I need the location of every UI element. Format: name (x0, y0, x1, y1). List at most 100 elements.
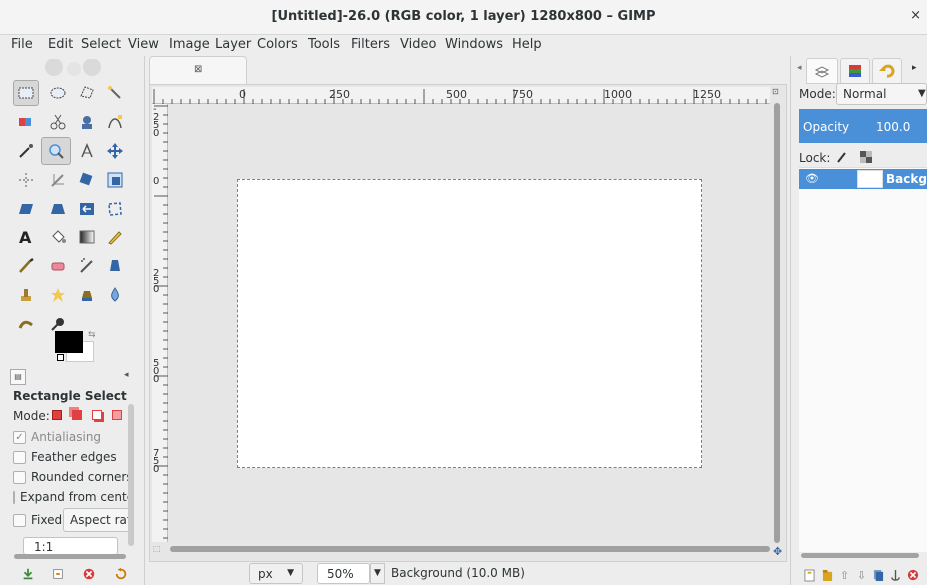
reset-tool-options-icon[interactable] (113, 566, 129, 582)
navigate-icon[interactable]: ✥ (773, 545, 782, 558)
lower-layer-icon[interactable]: ⇩ (855, 568, 868, 582)
layers-list[interactable] (799, 167, 927, 552)
menu-tools[interactable]: Tools (308, 37, 340, 52)
mode-intersect-button[interactable] (109, 407, 125, 423)
visibility-eye-icon[interactable]: 👁 (805, 172, 819, 185)
delete-layer-icon[interactable] (906, 568, 919, 582)
menu-help[interactable]: Help (512, 37, 542, 52)
tab-scroll-left-icon[interactable]: ◂ (797, 63, 802, 73)
perspective-icon[interactable] (45, 196, 71, 222)
menu-select[interactable]: Select (81, 37, 121, 52)
horizontal-scrollbar[interactable] (170, 546, 770, 552)
close-tab-icon[interactable]: ⊠ (194, 64, 202, 75)
tool-options-hscrollbar[interactable] (14, 554, 126, 559)
layers-hscrollbar[interactable] (801, 553, 919, 558)
rounded-corners-option[interactable]: Rounded corners (13, 470, 133, 484)
feather-edges-option[interactable]: Feather edges (13, 450, 117, 464)
lock-alpha-icon[interactable] (860, 151, 872, 163)
swap-colors-icon[interactable]: ⇆ (88, 330, 96, 340)
vertical-scrollbar[interactable] (774, 103, 780, 543)
tab-menu-icon[interactable]: ◂ (124, 370, 136, 382)
restore-tool-preset-icon[interactable] (50, 566, 66, 582)
aspect-ratio-input[interactable]: 1:1 (23, 537, 118, 555)
fixed-option[interactable]: Fixed: (13, 513, 66, 527)
blur-icon[interactable] (102, 282, 128, 308)
heal-icon[interactable] (45, 282, 71, 308)
align-icon[interactable] (13, 167, 39, 193)
select-by-color-icon[interactable] (13, 109, 39, 135)
perspective-clone-icon[interactable] (74, 282, 100, 308)
new-layer-icon[interactable] (803, 568, 816, 582)
airbrush-icon[interactable] (74, 253, 100, 279)
bucket-fill-icon[interactable] (45, 224, 71, 250)
raise-layer-icon[interactable]: ⇧ (838, 568, 851, 582)
close-window-button[interactable]: × (910, 8, 921, 23)
quick-mask-toggle-icon[interactable]: ⊡ (772, 87, 782, 97)
paintbrush-icon[interactable] (13, 253, 39, 279)
mode-add-button[interactable] (69, 407, 85, 423)
menu-colors[interactable]: Colors (257, 37, 298, 52)
new-layer-group-icon[interactable] (821, 568, 834, 582)
foreground-color-swatch[interactable] (55, 331, 83, 353)
menu-layer[interactable]: Layer (215, 37, 251, 52)
tab-paths[interactable] (872, 58, 902, 84)
vertical-ruler[interactable] (152, 104, 168, 542)
mode-replace-button[interactable] (49, 407, 65, 423)
antialiasing-checkbox[interactable]: ✓ (13, 430, 26, 444)
zoom-icon[interactable] (41, 137, 71, 165)
ellipse-select-icon[interactable] (45, 80, 71, 106)
fixed-mode-dropdown[interactable]: Aspect ratio (63, 508, 131, 532)
fuzzy-select-icon[interactable] (102, 80, 128, 106)
expand-from-center-checkbox[interactable] (13, 490, 15, 504)
menu-file[interactable]: File (11, 37, 33, 52)
wilber-drop-area[interactable] (12, 59, 137, 79)
free-select-icon[interactable] (74, 80, 100, 106)
rounded-corners-checkbox[interactable] (13, 470, 26, 484)
color-picker-icon[interactable] (13, 138, 39, 164)
anchor-layer-icon[interactable] (889, 568, 902, 582)
measure-icon[interactable] (74, 138, 100, 164)
scale-icon[interactable] (102, 167, 128, 193)
blend-icon[interactable] (74, 224, 100, 250)
layer-mode-dropdown[interactable]: Normal (836, 83, 927, 105)
move-icon[interactable] (102, 138, 128, 164)
tab-channels[interactable] (840, 58, 870, 84)
pencil-icon[interactable] (102, 224, 128, 250)
foreground-select-icon[interactable] (74, 109, 100, 135)
tool-options-scrollbar[interactable] (128, 404, 134, 546)
antialiasing-option[interactable]: ✓ Antialiasing (13, 430, 101, 444)
eraser-icon[interactable] (45, 253, 71, 279)
menu-view[interactable]: View (128, 37, 159, 52)
scissors-select-icon[interactable] (45, 109, 71, 135)
rotate-icon[interactable] (74, 167, 100, 193)
menu-windows[interactable]: Windows (445, 37, 503, 52)
menu-image[interactable]: Image (169, 37, 210, 52)
tab-layers[interactable] (806, 58, 838, 84)
menu-filters[interactable]: Filters (351, 37, 390, 52)
rect-select-icon[interactable] (13, 80, 39, 106)
menu-edit[interactable]: Edit (48, 37, 73, 52)
save-tool-preset-icon[interactable] (20, 566, 36, 582)
text-icon[interactable]: A (13, 224, 39, 250)
paths-icon[interactable] (102, 109, 128, 135)
tab-scroll-right-icon[interactable]: ▸ (912, 63, 917, 73)
crop-icon[interactable] (45, 167, 71, 193)
mode-subtract-button[interactable] (89, 407, 105, 423)
delete-tool-preset-icon[interactable] (81, 566, 97, 582)
lock-pixels-icon[interactable] (836, 151, 848, 163)
flip-icon[interactable] (74, 196, 100, 222)
zoom-dropdown-button[interactable]: ▼ (370, 563, 385, 584)
image-canvas[interactable] (237, 179, 702, 468)
clone-icon[interactable] (13, 282, 39, 308)
feather-edges-checkbox[interactable] (13, 450, 26, 464)
layer-name[interactable]: Background (886, 172, 927, 186)
duplicate-layer-icon[interactable] (872, 568, 885, 582)
cage-transform-icon[interactable] (102, 196, 128, 222)
menu-video[interactable]: Video (400, 37, 436, 52)
ink-icon[interactable] (102, 253, 128, 279)
expand-from-center-option[interactable]: Expand from center (13, 490, 128, 504)
default-colors-icon[interactable] (57, 354, 64, 361)
shear-icon[interactable] (13, 196, 39, 222)
smudge-icon[interactable] (13, 311, 39, 337)
zoom-input[interactable]: 50% (317, 563, 370, 584)
